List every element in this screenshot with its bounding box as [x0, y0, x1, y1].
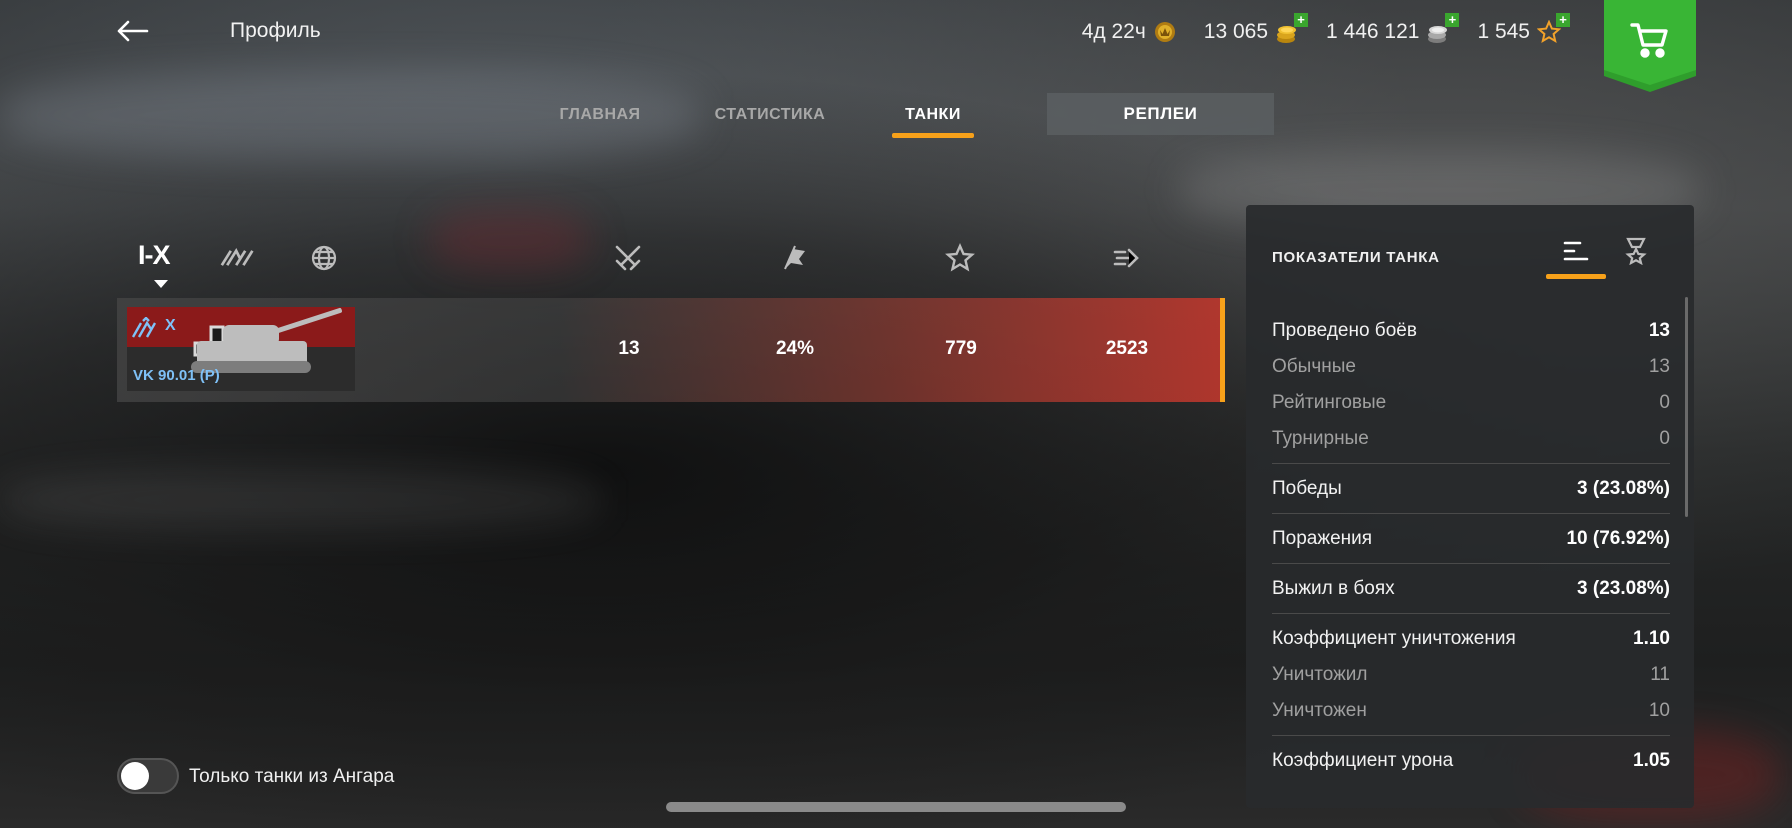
- free-xp-value: 1 545: [1477, 20, 1530, 43]
- divider: [1272, 513, 1670, 514]
- caret-down-icon: [154, 280, 168, 288]
- gold-coins-icon: +: [1274, 13, 1308, 45]
- mastery-star-icon[interactable]: [942, 240, 978, 276]
- medal-icon: [1625, 237, 1647, 265]
- stat-row: Рейтинговые 0: [1272, 385, 1670, 421]
- tank-avg-damage: 2523: [1105, 338, 1149, 359]
- stat-label: Проведено боёв: [1272, 320, 1417, 341]
- tab-statistics[interactable]: СТАТИСТИКА: [690, 94, 850, 136]
- stats-list-tab[interactable]: [1546, 229, 1606, 279]
- add-credits-button[interactable]: +: [1445, 13, 1460, 27]
- tank-stats-panel: ПОКАЗАТЕЛИ ТАНКА Проведено боёв 13 Обычн…: [1246, 205, 1694, 808]
- stat-row: Победы 3 (23.08%): [1272, 471, 1670, 507]
- replays-button[interactable]: РЕПЛЕИ: [1047, 93, 1274, 135]
- credits-balance[interactable]: 1 446 121 +: [1326, 13, 1460, 45]
- horizontal-scroll-indicator[interactable]: [666, 802, 1126, 812]
- panel-scrollbar[interactable]: [1685, 297, 1688, 517]
- stat-row: Поражения 10 (76.92%): [1272, 521, 1670, 557]
- winrate-flag-icon[interactable]: [776, 240, 812, 276]
- tab-tanks[interactable]: ТАНКИ: [892, 94, 974, 138]
- stat-value: 13: [1648, 320, 1670, 341]
- tank-card[interactable]: X VK 90.01 (P): [127, 307, 355, 391]
- stat-label: Победы: [1272, 478, 1342, 499]
- stat-value: 11: [1650, 664, 1670, 685]
- heavy-tank-class-icon: [131, 317, 157, 338]
- stat-value: 1.05: [1633, 750, 1670, 771]
- arrow-left-icon: [117, 20, 149, 42]
- damage-shell-icon[interactable]: [1108, 240, 1144, 276]
- free-xp-balance[interactable]: 1 545 +: [1477, 13, 1570, 45]
- stat-value: 0: [1659, 428, 1670, 449]
- stat-value: 10: [1648, 700, 1670, 721]
- stat-label: Обычные: [1272, 356, 1356, 377]
- back-button[interactable]: [112, 14, 152, 48]
- nation-globe-icon[interactable]: [306, 240, 342, 276]
- stat-label: Турнирные: [1272, 428, 1369, 449]
- premium-crown-icon: [1152, 19, 1178, 45]
- tab-main[interactable]: ГЛАВНАЯ: [530, 94, 670, 136]
- star-xp-icon: +: [1536, 13, 1570, 45]
- stat-value: 0: [1659, 392, 1670, 413]
- add-gold-button[interactable]: +: [1294, 13, 1308, 27]
- background-blur: [0, 470, 600, 530]
- stats-list: Проведено боёв 13 Обычные 13 Рейтинговые…: [1272, 313, 1670, 779]
- tank-avg-xp: 779: [945, 338, 977, 359]
- divider: [1272, 463, 1670, 464]
- achievements-tab[interactable]: [1606, 229, 1666, 273]
- toggle-knob: [121, 762, 149, 790]
- stat-value: 3 (23.08%): [1577, 578, 1670, 599]
- premium-time[interactable]: 4д 22ч: [1082, 19, 1178, 45]
- stat-row: Уничтожил 11: [1272, 657, 1670, 693]
- battles-swords-icon[interactable]: [610, 240, 646, 276]
- stat-row: Коэффициент уничтожения 1.10: [1272, 621, 1670, 657]
- gold-balance[interactable]: 13 065 +: [1203, 13, 1308, 45]
- vehicle-type-icon[interactable]: [220, 240, 256, 276]
- hangar-only-toggle[interactable]: [117, 758, 179, 794]
- divider: [1272, 735, 1670, 736]
- hangar-only-label: Только танки из Ангара: [189, 766, 395, 787]
- gold-value: 13 065: [1203, 20, 1268, 43]
- stat-row: Проведено боёв 13: [1272, 313, 1670, 349]
- stat-value: 10 (76.92%): [1566, 528, 1670, 549]
- stat-row: Коэффициент урона 1.05: [1272, 743, 1670, 779]
- profile-tabs: ГЛАВНАЯ СТАТИСТИКА ТАНКИ: [530, 94, 974, 146]
- stat-value: 3 (23.08%): [1577, 478, 1670, 499]
- stat-label: Коэффициент уничтожения: [1272, 628, 1516, 649]
- tank-tier: X: [165, 317, 176, 334]
- list-lines-icon: [1563, 241, 1589, 261]
- silver-coins-icon: +: [1425, 13, 1460, 45]
- add-xp-button[interactable]: +: [1556, 13, 1570, 27]
- tank-winrate: 24%: [775, 338, 815, 359]
- stat-label: Выжил в боях: [1272, 578, 1395, 599]
- stat-label: Поражения: [1272, 528, 1373, 549]
- tank-battles: 13: [618, 338, 640, 359]
- tank-filter-row: I-X: [124, 236, 1224, 296]
- stat-row: Выжил в боях 3 (23.08%): [1272, 571, 1670, 607]
- tank-row[interactable]: X VK 90.01 (P) 13 24% 779 2523: [117, 298, 1225, 402]
- stat-label: Уничтожен: [1272, 700, 1367, 721]
- premium-time-value: 4д 22ч: [1081, 20, 1146, 43]
- page-title: Профиль: [230, 19, 321, 42]
- stat-label: Уничтожил: [1272, 664, 1368, 685]
- panel-title: ПОКАЗАТЕЛИ ТАНКА: [1272, 249, 1440, 266]
- stat-label: Коэффициент урона: [1272, 750, 1454, 771]
- stat-label: Рейтинговые: [1272, 392, 1387, 413]
- shop-button[interactable]: [1604, 0, 1696, 92]
- stat-row: Уничтожен 10: [1272, 693, 1670, 729]
- tank-name: VK 90.01 (P): [133, 367, 220, 384]
- tier-filter[interactable]: I-X: [138, 240, 171, 271]
- divider: [1272, 613, 1670, 614]
- divider: [1272, 563, 1670, 564]
- stat-row: Обычные 13: [1272, 349, 1670, 385]
- currency-bar: 4д 22ч 13 065 + 1 446 121 + 1 545 +: [1082, 13, 1570, 50]
- stat-row: Турнирные 0: [1272, 421, 1670, 457]
- stat-value: 13: [1648, 356, 1670, 377]
- credits-value: 1 446 121: [1326, 20, 1420, 43]
- stat-value: 1.10: [1633, 628, 1670, 649]
